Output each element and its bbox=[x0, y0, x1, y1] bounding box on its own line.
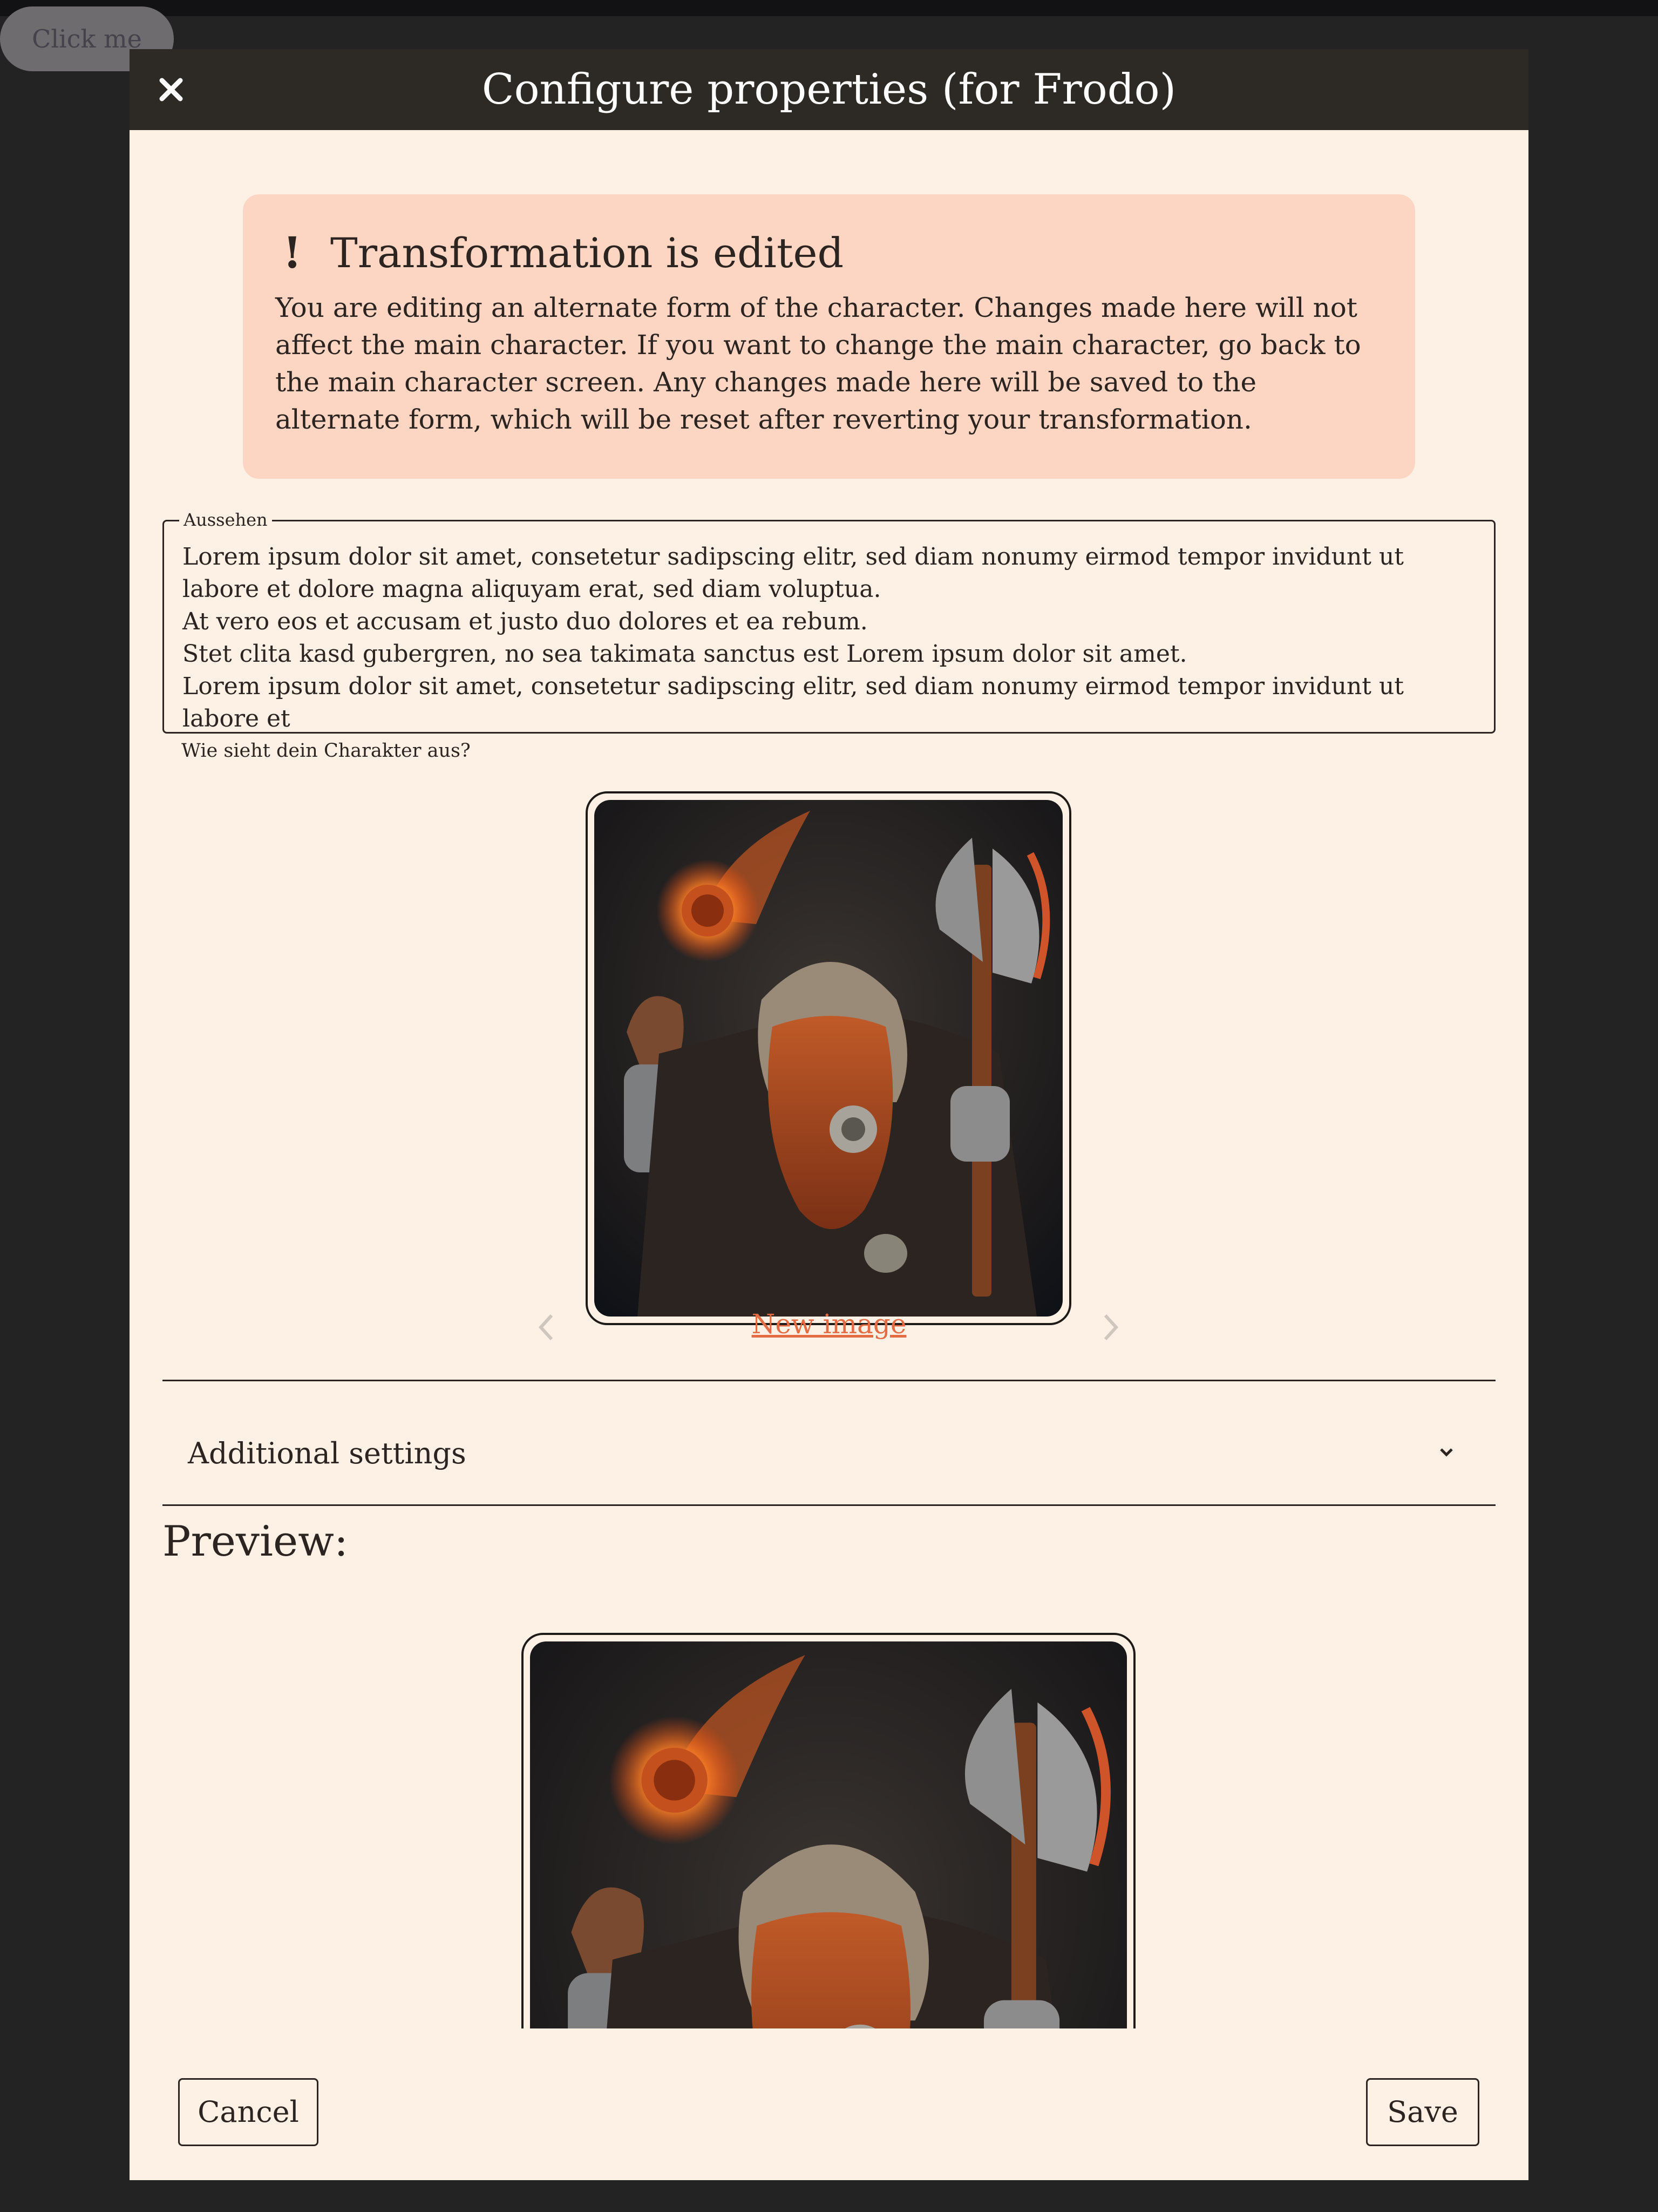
modal-footer bbox=[130, 2028, 1528, 2180]
cancel-button[interactable]: Cancel bbox=[178, 2078, 318, 2146]
divider bbox=[162, 1504, 1496, 1506]
exclamation-icon: ! bbox=[283, 227, 302, 278]
appearance-helper-text: Wie sieht dein Charakter aus? bbox=[181, 740, 471, 762]
alert-title: Transformation is edited bbox=[330, 228, 844, 277]
chevron-down-icon[interactable] bbox=[1436, 1442, 1457, 1463]
preview-heading: Preview: bbox=[162, 1517, 349, 1566]
save-button[interactable]: Save bbox=[1366, 2078, 1479, 2146]
appearance-text[interactable]: Lorem ipsum dolor sit amet, consetetur s… bbox=[182, 541, 1478, 735]
modal-header: Configure properties (for Frodo) bbox=[130, 49, 1528, 130]
additional-settings-toggle[interactable]: Additional settings bbox=[188, 1436, 466, 1470]
appearance-textarea[interactable]: Aussehen Lorem ipsum dolor sit amet, con… bbox=[162, 510, 1496, 735]
configure-properties-modal: Configure properties (for Frodo) ! Trans… bbox=[130, 49, 1528, 2180]
new-image-link[interactable]: New image bbox=[130, 1308, 1528, 1340]
appearance-legend: Aussehen bbox=[179, 510, 272, 530]
close-icon[interactable] bbox=[152, 71, 190, 108]
chevron-right-icon[interactable] bbox=[1100, 1311, 1122, 1344]
modal-title: Configure properties (for Frodo) bbox=[481, 65, 1177, 114]
divider bbox=[162, 1380, 1496, 1381]
alert-body: You are editing an alternate form of the… bbox=[275, 292, 1361, 435]
transformation-alert: ! Transformation is edited You are editi… bbox=[243, 194, 1415, 479]
character-image-frame[interactable] bbox=[586, 791, 1071, 1325]
character-image bbox=[594, 800, 1063, 1317]
top-bar bbox=[0, 0, 1658, 16]
